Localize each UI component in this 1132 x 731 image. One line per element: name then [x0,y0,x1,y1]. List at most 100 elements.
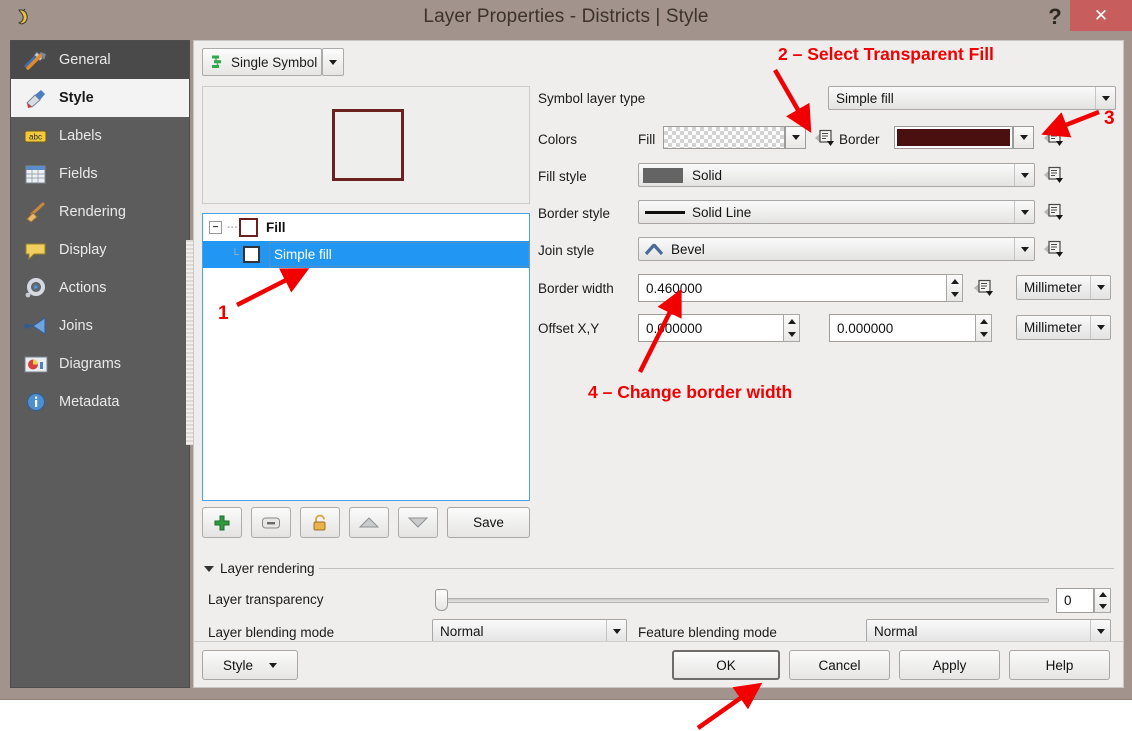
help-button[interactable]: Help [1009,650,1110,680]
sidebar-item-label: General [59,52,111,68]
offset-unit-select[interactable]: Millimeter [1016,315,1111,340]
stepper-down-icon[interactable] [1095,601,1110,613]
chevron-down-icon[interactable] [1014,201,1034,223]
chevron-down-icon[interactable] [1090,276,1110,299]
sidebar-item-label: Rendering [59,204,126,220]
feature-blending-mode-label: Feature blending mode [638,625,777,640]
sidebar-item-diagrams[interactable]: Diagrams [11,345,189,383]
layer-rendering-group-toggle[interactable]: Layer rendering [204,561,315,576]
move-up-button[interactable] [349,507,389,538]
fill-style-select[interactable]: Solid [638,163,1035,187]
ok-button[interactable]: OK [672,650,780,680]
border-color-dropdown-arrow[interactable] [1013,126,1034,149]
offset-unit-value: Millimeter [1024,320,1082,335]
stepper-down-icon[interactable] [947,288,962,301]
layer-transparency-value[interactable]: 0 [1056,588,1094,613]
panel-scroll-strip[interactable] [186,240,193,445]
sidebar-item-style[interactable]: Style [11,79,189,117]
sidebar-item-joins[interactable]: Joins [11,307,189,345]
chevron-down-icon[interactable] [1090,620,1110,643]
fill-style-swatch [643,167,683,183]
tree-row-fill[interactable]: − ··· Fill [203,214,529,241]
move-down-button[interactable] [398,507,438,538]
offset-y-stepper[interactable] [975,314,992,342]
symbol-layer-type-value: Simple fill [836,90,894,106]
stepper-down-icon[interactable] [784,328,799,341]
sidebar-item-rendering[interactable]: Rendering [11,193,189,231]
plus-icon [214,515,230,530]
sidebar-item-fields[interactable]: Fields [11,155,189,193]
title-bar: Layer Properties - Districts | Style ? ✕ [0,0,1132,34]
add-symbol-layer-button[interactable] [202,507,242,538]
stepper-down-icon[interactable] [976,328,991,341]
arrow-up-icon [358,517,380,528]
renderer-dropdown-arrow[interactable] [322,48,344,76]
sidebar-item-general[interactable]: General [11,41,189,79]
chevron-down-icon[interactable] [1014,238,1034,260]
save-button[interactable]: Save [447,507,530,538]
tree-row-simple-fill[interactable]: └ Simple fill [203,241,529,268]
border-style-select[interactable]: Solid Line [638,200,1035,224]
renderer-selector[interactable]: Single Symbol [202,48,322,76]
style-menu-button[interactable]: Style [202,650,298,680]
lock-symbol-layer-button[interactable] [300,507,340,538]
sidebar-item-label: Labels [59,128,102,144]
join-style-data-defined-override-icon[interactable] [1042,238,1066,260]
chevron-down-icon[interactable] [1014,164,1034,186]
border-width-data-defined-override-icon[interactable] [972,277,996,299]
sidebar-item-labels[interactable]: abc Labels [11,117,189,155]
renderer-label: Single Symbol [231,54,318,70]
fill-label: Fill [638,132,656,147]
layer-transparency-slider-track[interactable] [439,598,1049,603]
sidebar-item-display[interactable]: Display [11,231,189,269]
fill-color-data-defined-override-icon[interactable] [813,127,837,149]
close-icon[interactable]: ✕ [1070,0,1132,31]
chevron-down-icon[interactable] [606,620,626,643]
minus-icon [262,517,280,528]
fill-style-value: Solid [692,167,723,183]
border-width-input[interactable]: 0.460000 [638,274,962,302]
stepper-up-icon[interactable] [947,275,962,288]
main-panel: Single Symbol − ··· Fill └ Simple fill S… [193,40,1124,688]
offset-x-stepper[interactable] [783,314,800,342]
border-width-stepper[interactable] [946,274,963,302]
remove-symbol-layer-button[interactable] [251,507,291,538]
border-color-data-defined-override-icon[interactable] [1042,127,1066,149]
layer-blending-mode-label: Layer blending mode [208,625,335,640]
feature-blending-mode-value: Normal [874,624,918,639]
symbol-layer-type-label: Symbol layer type [538,91,646,106]
chevron-down-icon[interactable] [1095,87,1115,109]
sidebar-item-label: Diagrams [59,356,122,372]
stepper-up-icon[interactable] [784,315,799,328]
speech-bubble-icon [21,237,51,263]
border-color-swatch[interactable] [894,126,1013,149]
symbol-layer-type-select[interactable]: Simple fill [828,86,1116,110]
fill-color-swatch[interactable] [663,126,785,149]
symbol-layer-tree[interactable]: − ··· Fill └ Simple fill [202,213,530,501]
fill-style-data-defined-override-icon[interactable] [1042,164,1066,186]
sidebar-item-actions[interactable]: Actions [11,269,189,307]
tree-item-label: Fill [266,220,286,235]
offset-x-input[interactable]: 0.000000 [638,314,799,342]
stepper-up-icon[interactable] [1095,589,1110,601]
sidebar: General Style abc Labels Fields Renderin… [10,40,190,688]
border-style-data-defined-override-icon[interactable] [1042,201,1066,223]
apply-button[interactable]: Apply [899,650,1000,680]
dialog-button-bar: Style OK Cancel Apply Help [194,641,1123,687]
stepper-up-icon[interactable] [976,315,991,328]
fill-color-dropdown-arrow[interactable] [785,126,806,149]
titlebar-help-button[interactable]: ? [1040,2,1070,32]
layer-transparency-stepper[interactable] [1094,588,1111,613]
colors-label: Colors [538,132,578,147]
sidebar-item-label: Actions [59,280,107,296]
chevron-down-icon[interactable] [1090,316,1110,339]
border-width-unit-select[interactable]: Millimeter [1016,275,1111,300]
collapse-icon[interactable]: − [209,221,222,234]
sidebar-item-metadata[interactable]: Metadata [11,383,189,421]
join-style-select[interactable]: Bevel [638,237,1035,261]
cancel-button[interactable]: Cancel [789,650,890,680]
sidebar-item-label: Style [59,90,94,106]
offset-y-input[interactable]: 0.000000 [829,314,991,342]
layer-transparency-slider-handle[interactable] [435,589,448,611]
border-style-swatch [645,210,685,214]
